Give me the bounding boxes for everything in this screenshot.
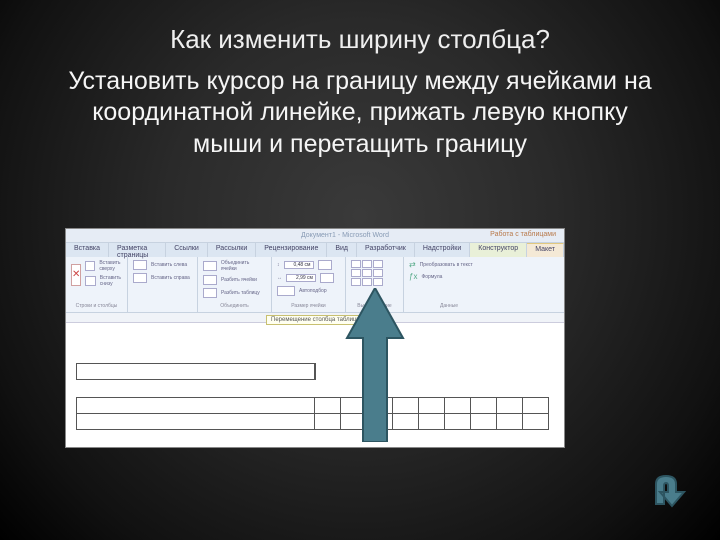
align-tr[interactable] — [373, 260, 383, 268]
split-table-icon — [203, 288, 217, 298]
word-title: Документ1 - Microsoft Word — [301, 232, 389, 239]
tab-developer[interactable]: Разработчик — [357, 243, 415, 257]
group-alignment: Выравнивание — [346, 257, 404, 312]
group-label-rows: Строки и столбцы — [71, 303, 122, 309]
align-ml[interactable] — [351, 269, 361, 277]
tab-addins[interactable]: Надстройки — [415, 243, 470, 257]
slide: Как изменить ширину столбца? Установить … — [0, 0, 720, 540]
align-tl[interactable] — [351, 260, 361, 268]
grid-icon — [85, 276, 95, 286]
group-label-data: Данные — [409, 303, 489, 309]
autofit-icon[interactable] — [277, 286, 295, 296]
table-top[interactable] — [76, 363, 316, 380]
tab-insert[interactable]: Вставка — [66, 243, 109, 257]
height-box[interactable]: 0,48 см — [284, 261, 314, 269]
drag-tooltip: Перемещение столбца таблицы — [266, 315, 366, 325]
ribbon-body: ✕ Вставить сверху Вставить снизу Строки … — [66, 257, 564, 313]
group-merge: Объединить ячейки Разбить ячейки Разбить… — [198, 257, 272, 312]
align-bc[interactable] — [362, 278, 372, 286]
merge-icon — [203, 261, 217, 271]
ribbon-tabs: Вставка Разметка страницы Ссылки Рассылк… — [66, 243, 564, 257]
slide-title: Как изменить ширину столбца? — [0, 24, 720, 55]
delete-button[interactable]: ✕ — [71, 264, 81, 286]
split-table[interactable]: Разбить таблицу — [221, 290, 260, 296]
dist-rows-icon[interactable] — [318, 260, 332, 270]
group-label-align: Выравнивание — [351, 303, 398, 309]
formula-icon: ƒx — [409, 272, 417, 281]
align-br[interactable] — [373, 278, 383, 286]
tab-mailings[interactable]: Рассылки — [208, 243, 256, 257]
grid-icon — [133, 273, 147, 283]
group-insert-lr: Вставить слева Вставить справа — [128, 257, 198, 312]
formula[interactable]: Формула — [421, 274, 442, 280]
insert-left[interactable]: Вставить слева — [151, 262, 187, 268]
group-cell-size: ↕0,48 см ↔2,99 см Автоподбор Размер ячей… — [272, 257, 346, 312]
insert-right[interactable]: Вставить справа — [151, 275, 190, 281]
dist-cols-icon[interactable] — [320, 273, 334, 283]
group-label-merge: Объединить — [203, 303, 266, 309]
table-bottom[interactable] — [76, 397, 549, 430]
tab-view[interactable]: Вид — [327, 243, 357, 257]
autofit[interactable]: Автоподбор — [299, 288, 327, 294]
align-tc[interactable] — [362, 260, 372, 268]
merge-cells[interactable]: Объединить ячейки — [221, 260, 266, 272]
group-label-size: Размер ячейки — [277, 303, 340, 309]
word-screenshot: Документ1 - Microsoft Word Работа с табл… — [65, 228, 565, 448]
grid-icon — [133, 260, 147, 270]
u-turn-icon[interactable] — [642, 470, 690, 510]
document-area: Перемещение столбца таблицы — [66, 313, 564, 448]
convert-icon: ⇄ — [409, 260, 416, 269]
group-data: ⇄ Преобразовать в текст ƒx Формула Данные — [404, 257, 494, 312]
insert-above[interactable]: Вставить сверху — [99, 260, 124, 272]
align-bl[interactable] — [351, 278, 361, 286]
tab-page-layout[interactable]: Разметка страницы — [109, 243, 166, 257]
align-mc[interactable] — [362, 269, 372, 277]
align-mr[interactable] — [373, 269, 383, 277]
insert-below[interactable]: Вставить снизу — [100, 275, 125, 287]
split-icon — [203, 275, 217, 285]
word-context-title: Работа с таблицами — [490, 231, 556, 238]
tab-review[interactable]: Рецензирование — [256, 243, 327, 257]
tab-layout[interactable]: Макет — [527, 243, 564, 257]
word-titlebar: Документ1 - Microsoft Word Работа с табл… — [66, 229, 564, 243]
tab-design[interactable]: Конструктор — [470, 243, 527, 257]
group-rows-cols: ✕ Вставить сверху Вставить снизу Строки … — [66, 257, 128, 312]
tab-references[interactable]: Ссылки — [166, 243, 208, 257]
width-box[interactable]: 2,99 см — [286, 274, 316, 282]
slide-body-text: Установить курсор на границу между ячейк… — [60, 66, 660, 160]
split-cells[interactable]: Разбить ячейки — [221, 277, 257, 283]
convert-to-text[interactable]: Преобразовать в текст — [420, 262, 473, 268]
grid-icon — [85, 261, 95, 271]
